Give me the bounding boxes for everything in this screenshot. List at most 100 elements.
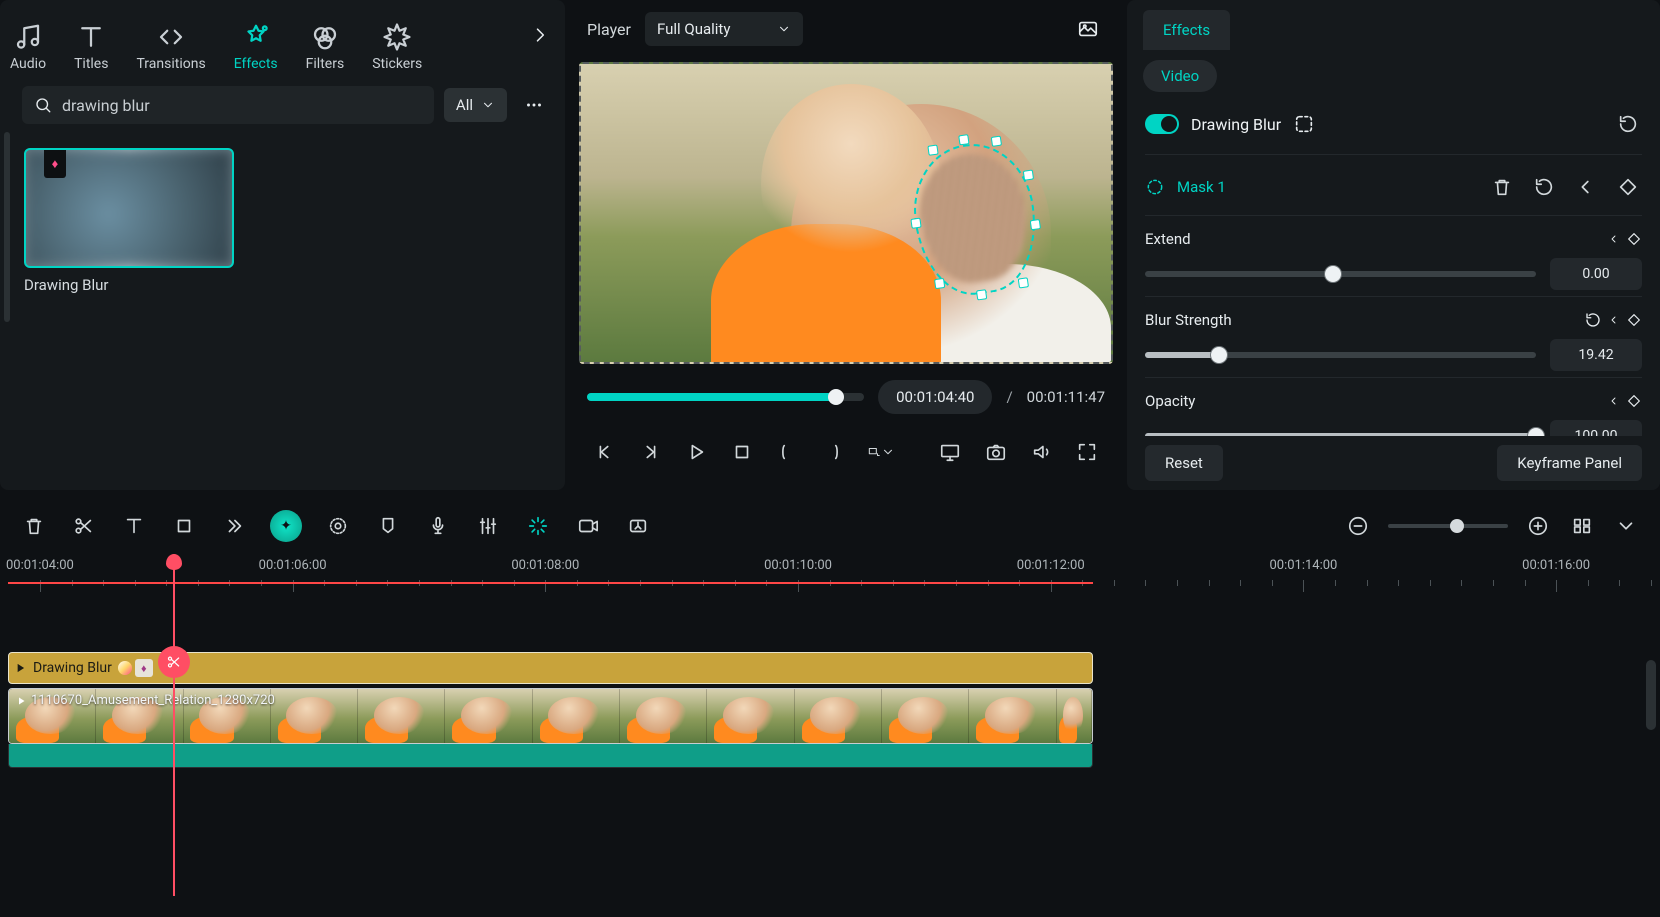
prev-keyframe-icon[interactable] [1572,173,1600,201]
mask-handle[interactable] [934,278,945,289]
tab-filters[interactable]: Filters [306,22,345,72]
zoom-out-button[interactable] [1344,512,1372,540]
tab-effects-panel[interactable]: Effects [1143,10,1230,50]
subtab-video[interactable]: Video [1143,60,1217,92]
crop-clip-button[interactable] [170,512,198,540]
add-keyframe-button[interactable] [1614,173,1642,201]
tab-titles[interactable]: Titles [74,22,108,72]
preview-display-button[interactable] [939,438,963,466]
prev-keyframe-icon[interactable] [1608,233,1620,245]
delete-clip-button[interactable] [20,512,48,540]
render-preview-button[interactable] [624,512,652,540]
mask-name[interactable]: Mask 1 [1177,178,1226,196]
reset-mask-button[interactable] [1530,173,1558,201]
playhead-split-icon[interactable] [158,646,190,678]
timeline-view-button[interactable] [1568,512,1596,540]
tabs-next-icon[interactable] [523,18,557,52]
split-clip-button[interactable] [70,512,98,540]
properties-scroll[interactable]: Drawing Blur Mask 1 Extend [1127,104,1660,490]
effect-title: Drawing Blur [1191,115,1281,134]
timeline-scrollbar[interactable] [1646,660,1656,730]
playhead[interactable] [173,554,175,896]
snapshot-button[interactable] [1071,14,1105,44]
add-keyframe-button[interactable] [1626,312,1642,328]
player-header: Player Full Quality [579,6,1113,52]
effect-clip-label: Drawing Blur [33,660,112,676]
mask-handle[interactable] [910,218,921,229]
mark-out-button[interactable] [821,438,845,466]
video-clip[interactable]: 1110670_Amusement_Relation_1280x720 [8,688,1093,744]
effect-thumb[interactable]: ♦ Drawing Blur [24,148,234,294]
progress-fill [587,393,836,401]
param-label: Opacity [1145,392,1195,410]
blur-strength-value[interactable]: 19.42 [1550,339,1642,371]
player-canvas[interactable] [579,62,1113,364]
mask-handle[interactable] [1030,219,1041,230]
prev-keyframe-icon[interactable] [1608,395,1620,407]
properties-subtabs: Video [1127,50,1660,104]
mask-handle[interactable] [959,134,970,145]
extend-value[interactable]: 0.00 [1550,258,1642,290]
search-box[interactable] [22,86,434,124]
mask-handle[interactable] [927,145,938,156]
filter-all-dropdown[interactable]: All [444,88,507,122]
library-tabs: Audio Titles Transitions Effects Filters… [0,0,565,72]
audio-mixer-button[interactable] [474,512,502,540]
audio-clip[interactable] [8,744,1093,768]
library-scrollbar[interactable] [4,132,10,322]
volume-button[interactable] [1030,438,1054,466]
zoom-in-button[interactable] [1524,512,1552,540]
empty-track[interactable] [8,598,1652,652]
voiceover-button[interactable] [424,512,452,540]
mask-handle[interactable] [1023,170,1034,181]
tab-stickers[interactable]: Stickers [372,22,422,72]
reset-button[interactable]: Reset [1145,445,1223,481]
camera-snapshot-button[interactable] [984,438,1008,466]
add-keyframe-button[interactable] [1626,393,1642,409]
tab-effects[interactable]: Effects [234,22,278,72]
more-options-button[interactable] [517,88,551,122]
speed-ramp-button[interactable] [574,512,602,540]
progress-thumb[interactable] [828,389,844,405]
premium-badge-icon: ♦ [44,150,66,178]
reset-param-button[interactable] [1584,311,1602,329]
delete-mask-button[interactable] [1488,173,1516,201]
video-clip-label: 1110670_Amusement_Relation_1280x720 [31,693,275,708]
next-frame-button[interactable] [639,438,663,466]
auto-reframe-button[interactable] [524,512,552,540]
aspect-ratio-button[interactable] [867,438,895,466]
search-input[interactable] [62,96,422,115]
color-tool-button[interactable] [324,512,352,540]
more-timeline-button[interactable] [220,512,248,540]
ruler-active-range [8,582,1093,584]
quality-select[interactable]: Full Quality [645,12,803,46]
reset-effect-button[interactable] [1614,110,1642,138]
mask-handle[interactable] [976,289,987,300]
player-label: Player [587,20,631,39]
add-keyframe-button[interactable] [1626,231,1642,247]
mark-in-button[interactable] [775,438,799,466]
properties-pane: Effects Video Drawing Blur Mask 1 [1127,0,1660,490]
effect-enable-toggle[interactable] [1145,114,1179,134]
mask-handle[interactable] [991,136,1002,147]
tab-audio[interactable]: Audio [10,22,46,72]
timeline-ruler[interactable]: 00:01:04:0000:01:06:0000:01:08:0000:01:1… [8,554,1652,598]
marker-button[interactable] [374,512,402,540]
prev-keyframe-icon[interactable] [1608,314,1620,326]
text-clip-button[interactable] [120,512,148,540]
prev-frame-button[interactable] [593,438,617,466]
mask-header: Mask 1 [1145,155,1642,216]
timeline-options-button[interactable] [1612,512,1640,540]
extend-slider[interactable] [1145,271,1536,277]
blur-strength-slider[interactable] [1145,352,1536,358]
stop-button[interactable] [730,438,754,466]
progress-slider[interactable] [587,393,864,401]
ai-tools-button[interactable]: ✦ [270,510,302,542]
keyframe-panel-button[interactable]: Keyframe Panel [1497,445,1642,481]
mask-handle[interactable] [1018,277,1029,288]
fullscreen-button[interactable] [1075,438,1099,466]
play-button[interactable] [684,438,708,466]
tab-transitions[interactable]: Transitions [136,22,205,72]
zoom-slider[interactable] [1388,524,1508,528]
tab-label: Transitions [136,56,205,72]
